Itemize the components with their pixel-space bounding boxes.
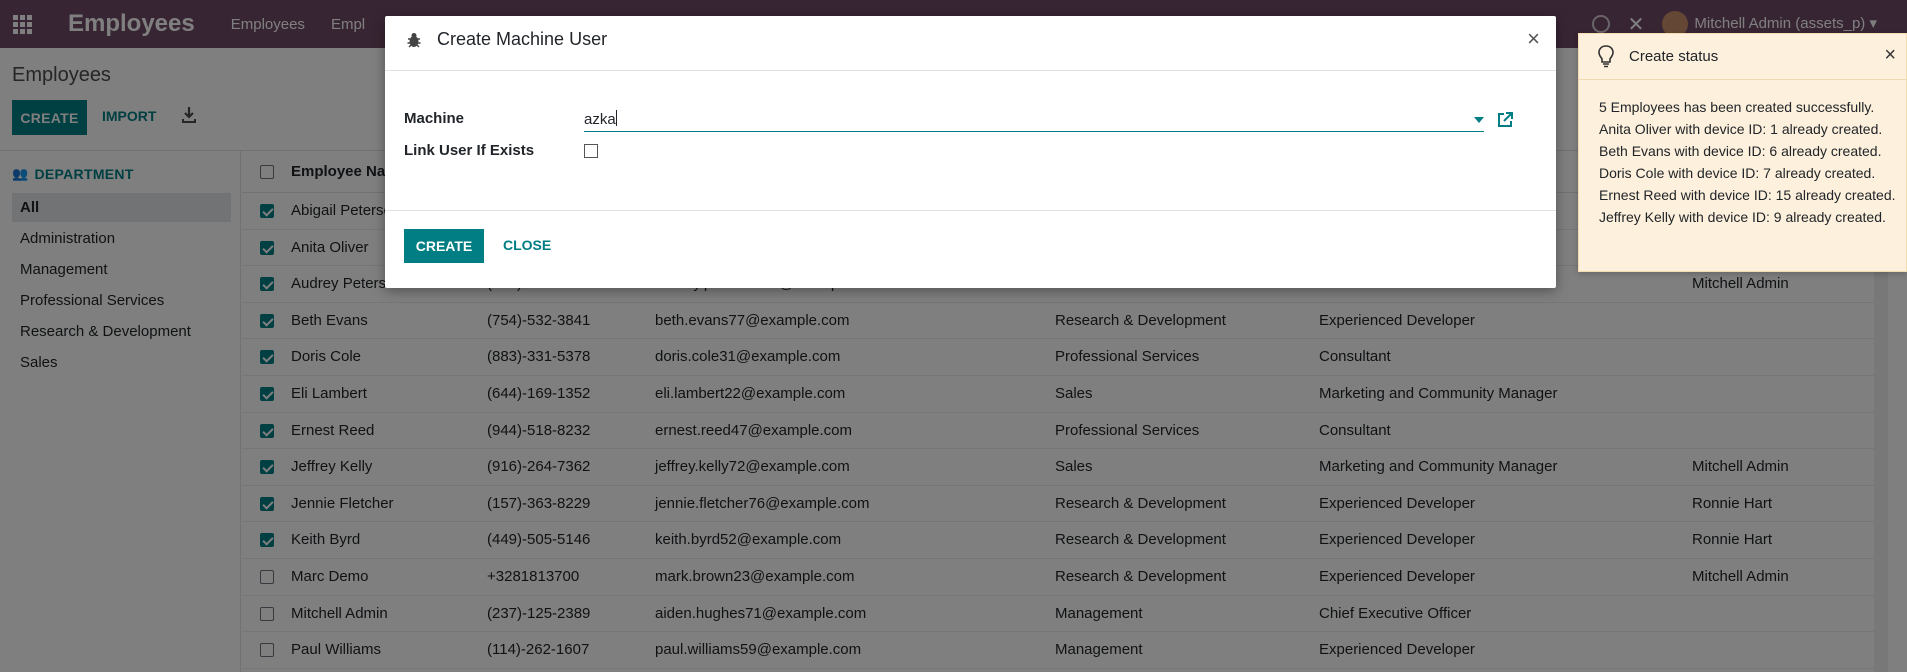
notification-header: Create status × xyxy=(1579,34,1907,80)
lightbulb-icon xyxy=(1598,45,1614,68)
bug-icon xyxy=(407,33,421,48)
external-link-icon[interactable] xyxy=(1496,111,1514,129)
modal-close-icon[interactable]: × xyxy=(1527,26,1540,52)
notification-message: 5 Employees has been created successfull… xyxy=(1599,99,1896,225)
machine-label: Machine xyxy=(404,110,465,127)
link-user-label: Link User If Exists xyxy=(404,142,535,159)
modal-footer: CREATE CLOSE xyxy=(385,210,1556,288)
machine-input[interactable]: azka xyxy=(584,108,1484,132)
modal-create-button[interactable]: CREATE xyxy=(404,229,484,263)
machine-input-value: azka xyxy=(584,111,616,128)
notification-close-icon[interactable]: × xyxy=(1884,44,1896,67)
create-machine-user-dialog: Create Machine User × Machine azka Link … xyxy=(385,16,1556,288)
modal-title: Create Machine User xyxy=(437,29,608,49)
modal-header: Create Machine User × xyxy=(385,16,1556,71)
create-status-notification: Create status × 5 Employees has been cre… xyxy=(1578,33,1907,272)
link-user-checkbox[interactable] xyxy=(584,144,598,158)
notification-title: Create status xyxy=(1629,48,1719,65)
modal-close-button[interactable]: CLOSE xyxy=(503,237,551,253)
chevron-down-icon[interactable] xyxy=(1474,117,1484,123)
